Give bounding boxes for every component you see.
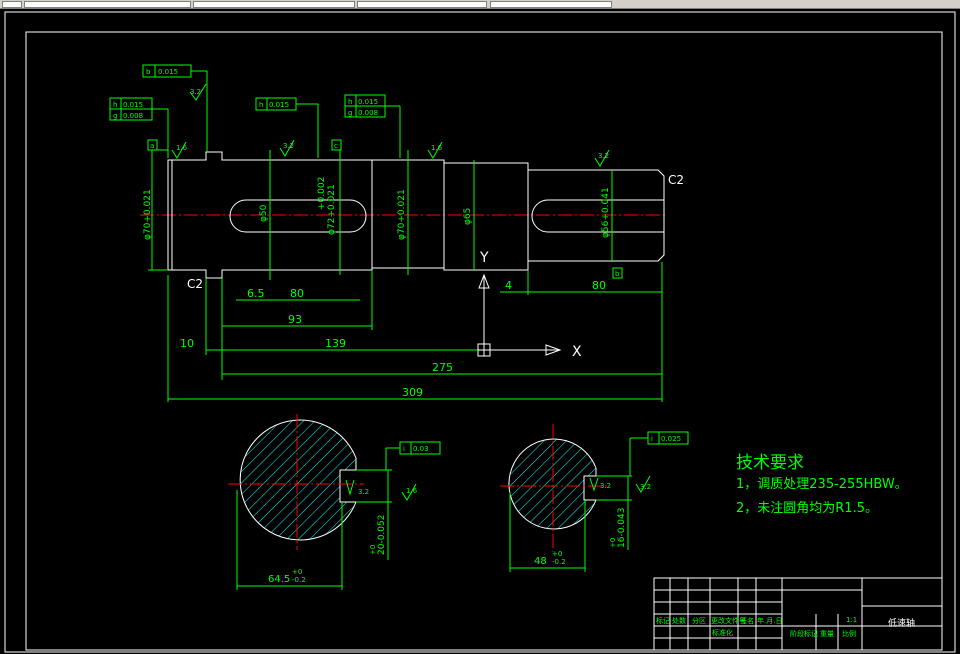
datum-c: c (334, 142, 338, 150)
chamfer-left: C2 (187, 277, 203, 291)
axis-x-label: X (572, 344, 582, 360)
notes-title: 技术要求 (736, 453, 804, 473)
tf1-val: 0.015 (158, 68, 178, 76)
tf8-val: 0.025 (661, 435, 681, 443)
tb-col-2: 处数 (672, 616, 686, 625)
toolbar-field[interactable] (357, 1, 487, 8)
dim-dia-56: φ56+0.041 (601, 187, 611, 238)
dim-139: 139 (325, 337, 346, 350)
roughness-7: 3.2 (358, 488, 369, 496)
tb-scale-label: 比例 (842, 629, 856, 638)
tb-scale: 1:1 (846, 616, 857, 624)
dim-80b: 80 (592, 279, 606, 292)
roughness-8: 3.2 (640, 483, 651, 491)
dim-275: 275 (432, 361, 453, 374)
dim-80a: 80 (290, 287, 304, 300)
tf6-val: 0.008 (358, 109, 378, 117)
axis-y-label: Y (479, 250, 489, 266)
sec1-width: 64.5 (268, 574, 290, 585)
section-2: 48 +0 -0.2 16-0.043 +0 i 0.025 3.2 3.2 (500, 424, 689, 572)
tb-col-6: 年.月.日 (757, 616, 782, 625)
sec2-width: 48 (534, 556, 547, 567)
diameter-dims (148, 149, 663, 402)
toolbar-field[interactable] (193, 1, 355, 8)
toolbar-field[interactable] (2, 1, 22, 8)
tb-col-5: 签名 (740, 616, 754, 625)
tf7-val: 0.03 (413, 445, 429, 453)
dim-93: 93 (288, 313, 302, 326)
tf4-val: 0.015 (269, 101, 289, 109)
tf5-val: 0.015 (358, 98, 378, 106)
sec2-key: 16-0.043 (617, 508, 627, 548)
sec1-tol-dn: -0.2 (292, 576, 306, 584)
roughness-6: 1.6 (406, 487, 418, 495)
ucs-icon (477, 273, 562, 357)
tf7-sym: i (403, 445, 405, 453)
datum-boxes (147, 139, 623, 279)
toolbar-field[interactable] (490, 1, 612, 8)
roughness-5: 3.2 (598, 152, 609, 160)
tb-col-1: 标记 (656, 616, 670, 625)
dim-10: 10 (180, 337, 194, 350)
outer-frame (4, 11, 956, 653)
datum-a: a (150, 142, 154, 150)
tf8-sym: i (651, 435, 653, 443)
toolbar-field[interactable] (24, 1, 191, 8)
sec2-key-tol: +0 (609, 538, 617, 548)
sec1-key: 20-0.052 (377, 515, 387, 555)
datum-b: b (615, 270, 620, 278)
dim-309: 309 (402, 386, 423, 399)
tf6-sym: g (348, 109, 352, 117)
length-dims (168, 291, 662, 400)
tb-stage: 阶段标记 (790, 629, 818, 638)
tb-col-3: 分区 (692, 616, 706, 625)
roughness-9: 3.2 (600, 482, 611, 490)
sec1-key-tol: +0 (369, 545, 377, 555)
notes-line2: 2，未注圆角均为R1.5。 (736, 501, 878, 516)
tf2-val: 0.015 (123, 101, 143, 109)
notes-line1: 1，调质处理235-255HBW。 (736, 477, 908, 492)
roughness-2: 1.6 (176, 144, 188, 152)
tf4-sym: h (259, 101, 263, 109)
dim-dia-70b: φ70+0.021 (397, 189, 407, 240)
chamfer-right: C2 (668, 173, 684, 187)
dim-dia-65: φ65 (463, 208, 473, 225)
tf5-sym: h (348, 98, 352, 106)
dim-dia-72: φ72+0.021 (327, 184, 337, 235)
sec2-tol-dn: -0.2 (552, 558, 566, 566)
roughness-4: 1.6 (431, 144, 443, 152)
title-block (653, 577, 943, 651)
tb-weight: 重量 (820, 630, 834, 638)
dim-dia-70a: φ70+0.021 (143, 189, 153, 240)
sec2-tol-up: +0 (552, 550, 562, 558)
tf2-sym: h (113, 101, 117, 109)
tf3-val: 0.008 (123, 112, 143, 120)
toolbar-strip (0, 0, 960, 9)
dim-dia-50: φ50 (259, 204, 269, 222)
dim-6-5: 6.5 (247, 287, 265, 300)
tf1-sym: b (146, 68, 151, 76)
dim-tol-002: +0.002 (317, 177, 327, 210)
roughness-3: 3.2 (283, 142, 294, 150)
roughness-symbols (171, 83, 610, 167)
roughness-1: 3.2 (190, 88, 201, 96)
tf3-sym: g (113, 112, 117, 120)
tb-part-name: 低速轴 (888, 617, 915, 629)
sec1-tol-up: +0 (292, 568, 302, 576)
cad-drawing[interactable]: 309 275 139 93 80 6.5 10 80 4 φ70+0.021 … (0, 9, 960, 654)
section-1: 64.5 +0 -0.2 20-0.052 +0 i 0.03 1.6 3.2 (228, 414, 441, 590)
dim-4: 4 (505, 279, 512, 292)
tb-standardization: 标准化 (712, 628, 733, 637)
